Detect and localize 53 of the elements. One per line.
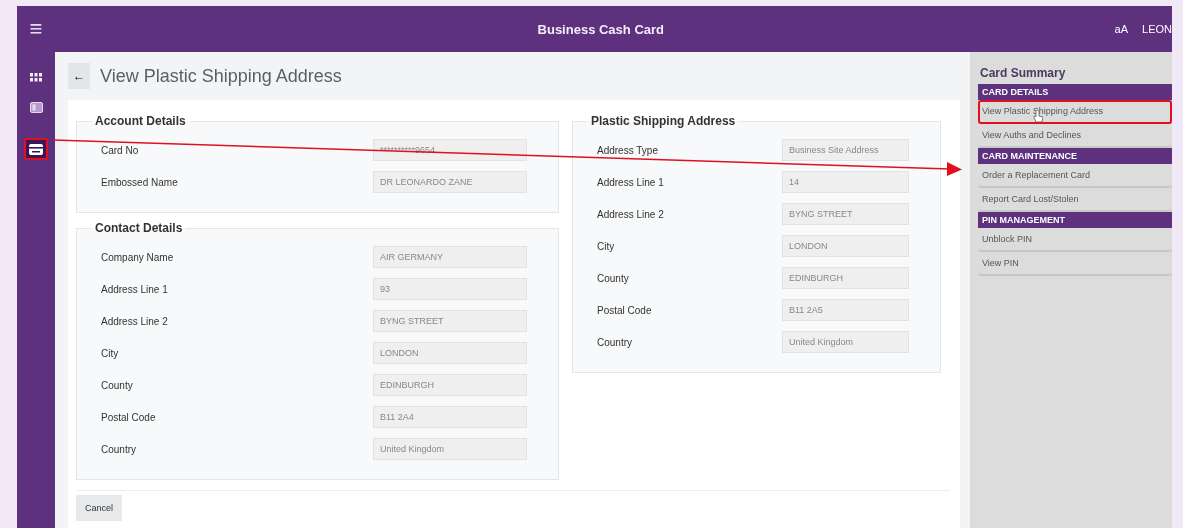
section-title: Plastic Shipping Address — [590, 114, 737, 128]
input-field[interactable]: United Kingdom — [373, 438, 527, 460]
field-label: County — [101, 379, 134, 391]
rail-button[interactable] — [24, 138, 48, 160]
input-field[interactable]: 14 — [782, 171, 909, 193]
input-field[interactable]: BYNG STREET — [782, 203, 909, 225]
group-header: CARD DETAILS — [978, 84, 1172, 100]
input-field[interactable]: 93 — [373, 278, 527, 300]
input-field[interactable]: Business Site Address — [782, 139, 909, 161]
input-field[interactable]: AIR GERMANY — [373, 246, 527, 268]
input-field[interactable]: United Kingdom — [782, 331, 909, 353]
field-label: Country — [101, 443, 137, 455]
field-label: Embossed Name — [101, 176, 179, 188]
field-label: Address Line 2 — [597, 208, 665, 220]
field-label: Card No — [101, 144, 140, 156]
field-label: City — [101, 347, 120, 359]
field-label: Address Line 2 — [101, 315, 169, 327]
input-field[interactable]: B11 2A5 — [782, 299, 909, 321]
user-name[interactable]: LEON — [1136, 23, 1172, 35]
app-title: Business Cash Card — [536, 21, 665, 37]
page-title: View Plastic Shipping Address — [100, 65, 342, 87]
group-header: PIN MANAGEMENT — [978, 212, 1172, 228]
summary-link[interactable]: View PIN — [978, 252, 1172, 276]
summary-link[interactable]: Unblock PIN — [978, 228, 1172, 252]
card-icon — [29, 143, 43, 155]
field-label: Address Type — [597, 144, 659, 156]
field-label: Postal Code — [597, 304, 653, 316]
input-field[interactable]: LONDON — [373, 342, 527, 364]
field-label: Address Line 1 — [597, 176, 665, 188]
field-label: Address Line 1 — [101, 283, 169, 295]
summary-link[interactable]: Order a Replacement Card — [978, 164, 1172, 188]
grid-icon — [30, 72, 42, 82]
panel-icon — [29, 101, 43, 113]
field-label: City — [597, 240, 616, 252]
menu-button[interactable]: ≡ — [17, 6, 55, 52]
group-header: CARD MAINTENANCE — [978, 148, 1172, 164]
font-size-button[interactable]: aA — [1106, 23, 1137, 35]
input-field[interactable]: EDINBURGH — [782, 267, 909, 289]
input-field[interactable]: EDINBURGH — [373, 374, 527, 396]
field-label: Country — [597, 336, 633, 348]
summary-link[interactable]: View Plastic Shipping Address — [978, 100, 1172, 124]
field-label: County — [597, 272, 630, 284]
back-button[interactable]: ← — [68, 63, 90, 89]
section-title: Contact Details — [94, 221, 184, 235]
summary-title: Card Summary — [980, 66, 1067, 80]
cancel-button[interactable]: Cancel — [76, 495, 122, 521]
section-title: Account Details — [94, 114, 187, 128]
input-field[interactable]: B11 2A4 — [373, 406, 527, 428]
input-field[interactable]: LONDON — [782, 235, 909, 257]
input-field[interactable]: DR LEONARDO ZANE — [373, 171, 527, 193]
field-label: Postal Code — [101, 411, 157, 423]
input-field[interactable]: BYNG STREET — [373, 310, 527, 332]
field-label: Company Name — [101, 251, 175, 263]
